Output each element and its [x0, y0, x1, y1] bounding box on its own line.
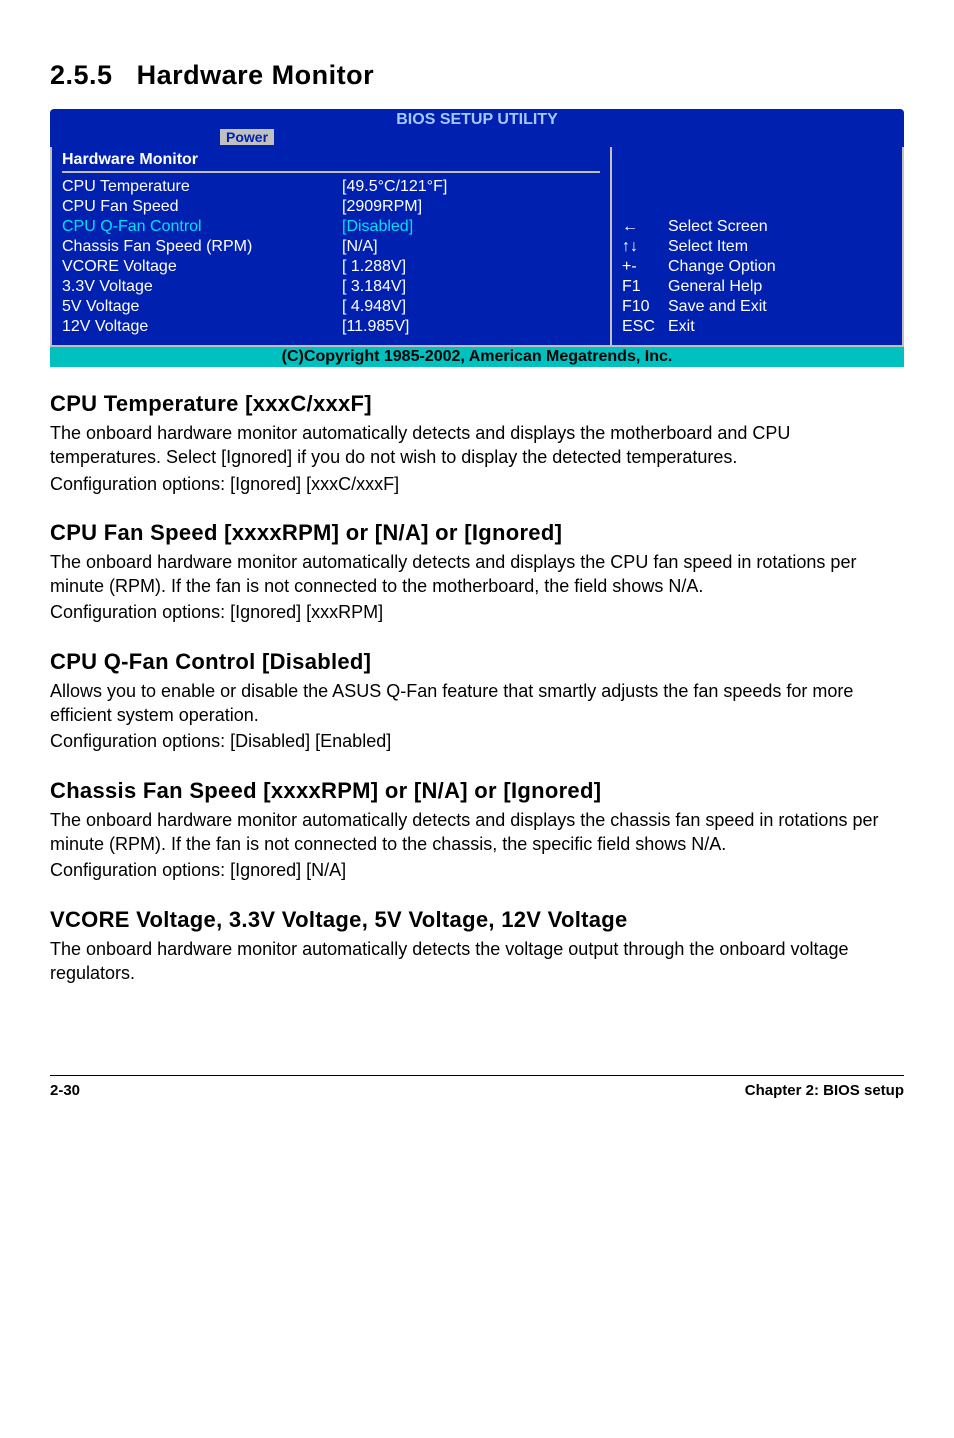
section-title: Hardware Monitor	[137, 60, 375, 90]
bios-help-key: +-	[622, 257, 668, 277]
bios-help-text: General Help	[668, 277, 762, 297]
bios-setting-row[interactable]: 3.3V Voltage[ 3.184V]	[62, 277, 600, 297]
subsection-heading: Chassis Fan Speed [xxxxRPM] or [N/A] or …	[50, 778, 904, 804]
bios-setting-row[interactable]: CPU Temperature[49.5°C/121°F]	[62, 177, 600, 197]
bios-title: BIOS SETUP UTILITY	[50, 109, 904, 129]
bios-help-key: ESC	[622, 317, 668, 337]
bios-setting-row[interactable]: CPU Q-Fan Control[Disabled]	[62, 217, 600, 237]
bios-setting-row[interactable]: 12V Voltage[11.985V]	[62, 317, 600, 337]
body-paragraph: Configuration options: [Ignored] [xxxC/x…	[50, 472, 904, 496]
bios-help-text: Select Screen	[668, 217, 768, 237]
bios-setting-value: [ 4.948V]	[342, 297, 406, 317]
bios-setting-label: 12V Voltage	[62, 317, 342, 337]
subsection-heading: VCORE Voltage, 3.3V Voltage, 5V Voltage,…	[50, 907, 904, 933]
bios-help-text: Save and Exit	[668, 297, 767, 317]
bios-help-key: F10	[622, 297, 668, 317]
bios-setting-row[interactable]: CPU Fan Speed[2909RPM]	[62, 197, 600, 217]
bios-help-panel: ←Select Screen↑↓Select Item+-Change Opti…	[612, 147, 902, 345]
bios-setting-row[interactable]: 5V Voltage[ 4.948V]	[62, 297, 600, 317]
bios-setting-row[interactable]: Chassis Fan Speed (RPM)[N/A]	[62, 237, 600, 257]
bios-setting-value: [11.985V]	[342, 317, 409, 337]
bios-setting-label: CPU Temperature	[62, 177, 342, 197]
bios-setting-value: [49.5°C/121°F]	[342, 177, 447, 197]
bios-tab-power[interactable]: Power	[220, 129, 274, 145]
bios-tab-bar: Power	[50, 129, 904, 147]
bios-help-row: F1General Help	[622, 277, 776, 297]
bios-help-row: ESCExit	[622, 317, 776, 337]
bios-setting-label: 5V Voltage	[62, 297, 342, 317]
arrow-left-right-icon: ←	[622, 217, 668, 237]
bios-setting-value: [2909RPM]	[342, 197, 422, 217]
bios-help-row: F10Save and Exit	[622, 297, 776, 317]
body-paragraph: The onboard hardware monitor automatical…	[50, 808, 904, 857]
section-number: 2.5.5	[50, 60, 113, 90]
bios-left-panel: Hardware Monitor CPU Temperature[49.5°C/…	[52, 147, 612, 345]
arrow-up-down-icon: ↑↓	[622, 237, 668, 257]
bios-help-text: Change Option	[668, 257, 776, 277]
bios-help-key: F1	[622, 277, 668, 297]
body-paragraph: Allows you to enable or disable the ASUS…	[50, 679, 904, 728]
bios-setting-value: [N/A]	[342, 237, 378, 257]
bios-help-row: ↑↓Select Item	[622, 237, 776, 257]
bios-setting-value: [ 3.184V]	[342, 277, 406, 297]
bios-help-row: +-Change Option	[622, 257, 776, 277]
section-heading: 2.5.5 Hardware Monitor	[50, 60, 904, 91]
page-footer: 2-30 Chapter 2: BIOS setup	[50, 1075, 904, 1099]
body-paragraph: Configuration options: [Disabled] [Enabl…	[50, 729, 904, 753]
bios-help-text: Select Item	[668, 237, 748, 257]
bios-help-row: ←Select Screen	[622, 217, 776, 237]
bios-setting-label: CPU Fan Speed	[62, 197, 342, 217]
subsection-heading: CPU Temperature [xxxC/xxxF]	[50, 391, 904, 417]
page-number: 2-30	[50, 1082, 80, 1099]
bios-panel-title: Hardware Monitor	[62, 151, 600, 173]
bios-setting-label: Chassis Fan Speed (RPM)	[62, 237, 342, 257]
body-paragraph: Configuration options: [Ignored] [xxxRPM…	[50, 600, 904, 624]
bios-copyright: (C)Copyright 1985-2002, American Megatre…	[50, 347, 904, 367]
body-paragraph: Configuration options: [Ignored] [N/A]	[50, 858, 904, 882]
bios-setting-label: VCORE Voltage	[62, 257, 342, 277]
bios-setting-label: 3.3V Voltage	[62, 277, 342, 297]
body-paragraph: The onboard hardware monitor automatical…	[50, 421, 904, 470]
bios-setting-value: [Disabled]	[342, 217, 413, 237]
chapter-label: Chapter 2: BIOS setup	[745, 1082, 904, 1099]
body-paragraph: The onboard hardware monitor automatical…	[50, 937, 904, 986]
bios-screenshot: BIOS SETUP UTILITY Power Hardware Monito…	[50, 109, 904, 367]
subsection-heading: CPU Fan Speed [xxxxRPM] or [N/A] or [Ign…	[50, 520, 904, 546]
bios-setting-label: CPU Q-Fan Control	[62, 217, 342, 237]
body-paragraph: The onboard hardware monitor automatical…	[50, 550, 904, 599]
subsection-heading: CPU Q-Fan Control [Disabled]	[50, 649, 904, 675]
bios-setting-value: [ 1.288V]	[342, 257, 406, 277]
bios-help-text: Exit	[668, 317, 695, 337]
bios-setting-row[interactable]: VCORE Voltage[ 1.288V]	[62, 257, 600, 277]
